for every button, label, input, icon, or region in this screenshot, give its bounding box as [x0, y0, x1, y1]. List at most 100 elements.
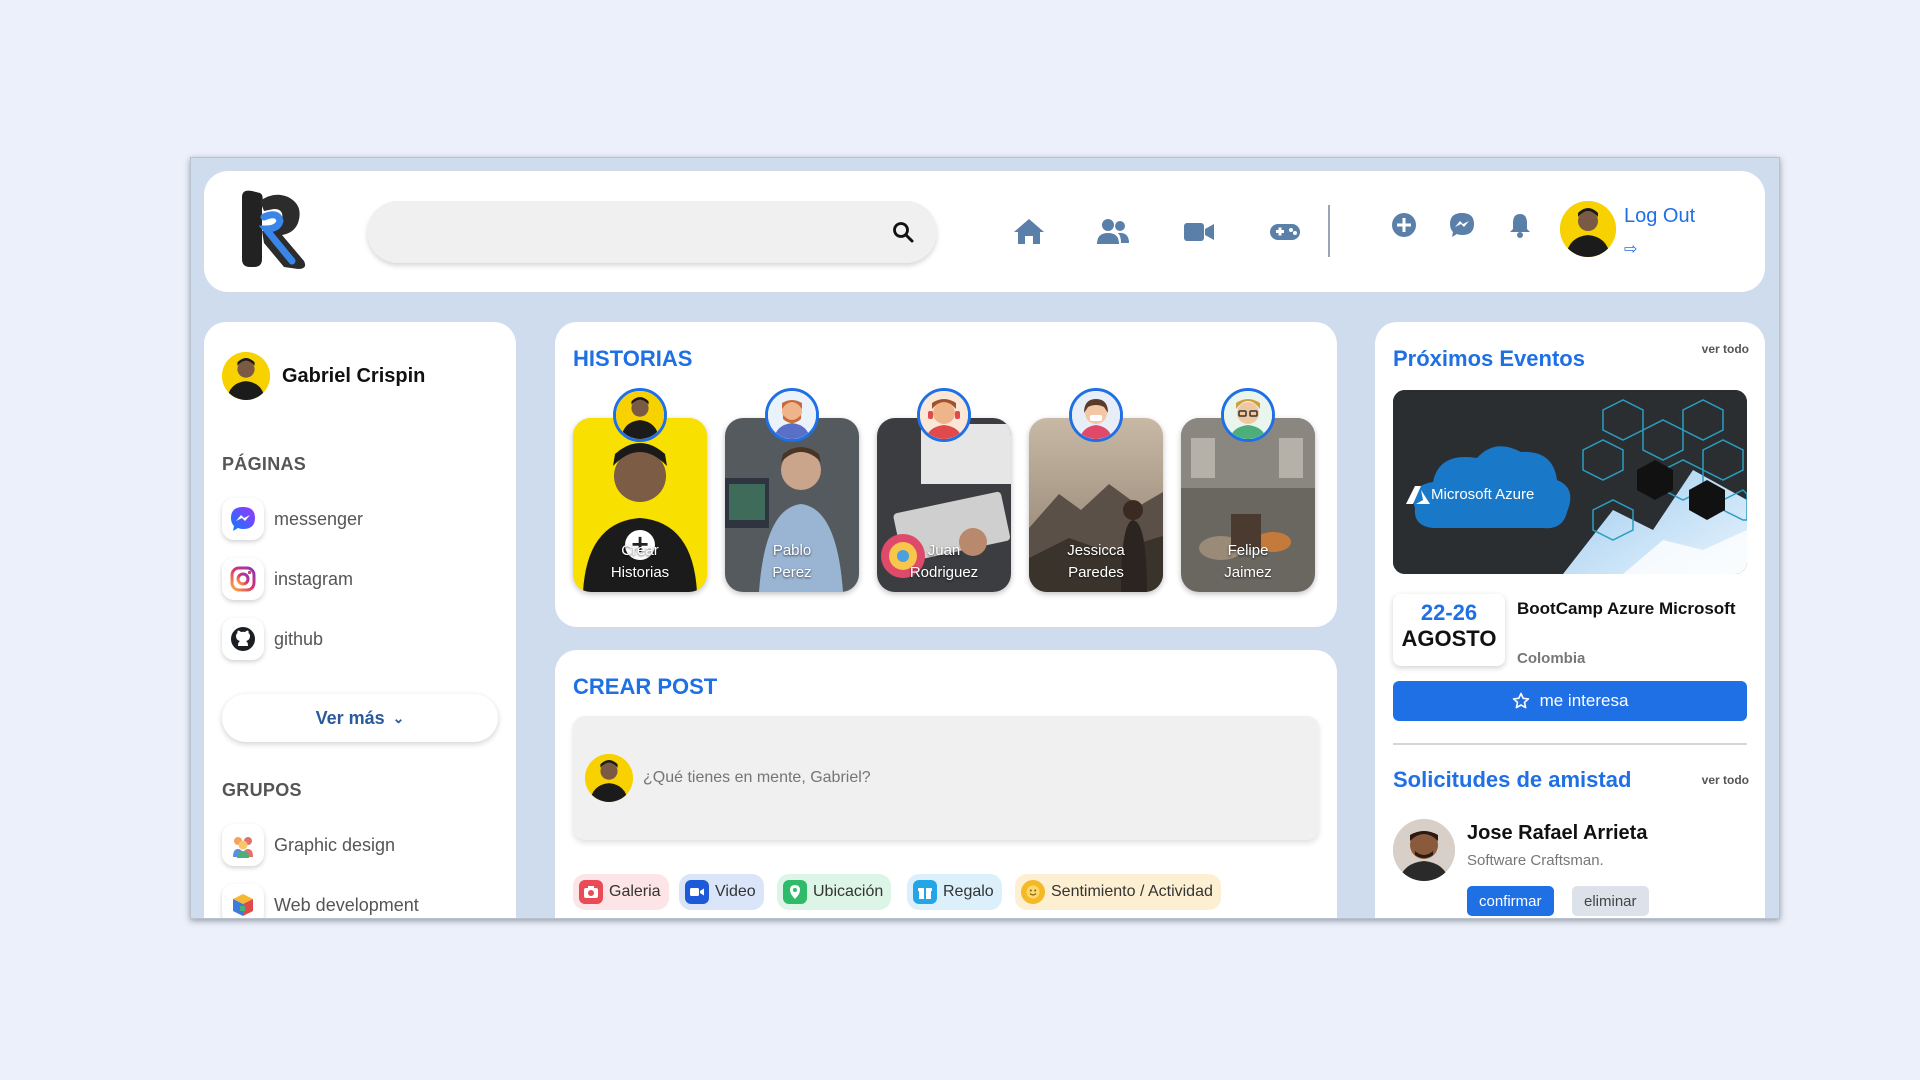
story-juan-rodriguez[interactable]: Juan Rodriguez — [877, 418, 1011, 592]
profile-link[interactable]: Gabriel Crispin — [222, 352, 425, 400]
create-post-section: CREAR POST Galeria Video Ubicación — [555, 650, 1337, 918]
gift-icon — [913, 880, 937, 904]
sidebar-item-label: messenger — [274, 508, 364, 529]
story-avatar — [613, 388, 667, 442]
arrow-right-icon[interactable]: ⇨ — [1624, 239, 1637, 258]
request-name[interactable]: Jose Rafael Arrieta — [1467, 822, 1647, 845]
events-see-all-link[interactable]: ver todo — [1702, 342, 1749, 356]
stories-title: HISTORIAS — [573, 346, 693, 371]
azure-logo-icon — [1406, 486, 1430, 504]
interest-button[interactable]: me interesa — [1393, 681, 1747, 721]
star-icon — [1512, 692, 1529, 709]
user-avatar[interactable] — [1560, 201, 1616, 257]
smile-icon — [1021, 880, 1045, 904]
app-window: Log Out ⇨ Gabriel Crispin PÁGINAS messen… — [190, 157, 1780, 919]
story-felipe-jaimez[interactable]: Felipe Jaimez — [1181, 418, 1315, 592]
sidebar-item-label: Graphic design — [274, 834, 396, 855]
pages-heading: PÁGINAS — [222, 454, 307, 474]
event-location: Colombia — [1517, 650, 1586, 667]
r-logo-icon[interactable] — [234, 187, 314, 273]
create-post-title: CREAR POST — [573, 674, 718, 699]
event-image[interactable]: Microsoft Azure — [1393, 390, 1747, 574]
post-action-label: Sentimiento / Actividad — [1051, 883, 1213, 900]
logout-link[interactable]: Log Out — [1624, 205, 1695, 228]
event-date-month: AGOSTO — [1401, 626, 1497, 651]
video-icon — [685, 880, 709, 904]
instagram-icon — [222, 558, 264, 600]
home-icon[interactable] — [1012, 217, 1046, 245]
story-create[interactable]: + Crear Historias — [573, 418, 707, 592]
sidebar: Gabriel Crispin PÁGINAS messenger instag… — [204, 322, 516, 918]
post-action-ubicacion[interactable]: Ubicación — [777, 874, 892, 910]
cube-icon — [222, 884, 264, 918]
story-avatar — [1069, 388, 1123, 442]
confirm-button[interactable]: confirmar — [1467, 886, 1554, 916]
sidebar-item-messenger[interactable]: messenger — [222, 498, 363, 540]
story-avatar — [765, 388, 819, 442]
post-action-label: Ubicación — [813, 883, 884, 900]
avatar — [222, 352, 270, 400]
delete-button[interactable]: eliminar — [1572, 886, 1649, 916]
avatar — [585, 754, 633, 802]
divider — [1393, 743, 1747, 745]
post-action-regalo[interactable]: Regalo — [907, 874, 1002, 910]
github-icon — [222, 618, 264, 660]
event-name[interactable]: BootCamp Azure Microsoft — [1517, 596, 1747, 622]
story-avatar — [1221, 388, 1275, 442]
event-date-range: 22-26 — [1420, 600, 1478, 625]
nav-divider — [1328, 205, 1330, 257]
interest-button-label: me interesa — [1539, 691, 1629, 710]
search-bar — [367, 201, 937, 263]
messenger-icon — [222, 498, 264, 540]
search-input[interactable] — [387, 201, 867, 263]
video-icon[interactable] — [1182, 217, 1216, 245]
story-label: Crear Historias — [610, 542, 670, 581]
post-composer — [573, 716, 1319, 840]
friend-requests-title: Solicitudes de amistad — [1393, 767, 1632, 792]
events-title: Próximos Eventos — [1393, 346, 1585, 371]
sidebar-item-web-development[interactable]: Web development — [222, 884, 419, 918]
see-more-label: Ver más — [315, 707, 385, 728]
messenger-icon[interactable] — [1448, 211, 1476, 239]
location-icon — [783, 880, 807, 904]
search-icon[interactable] — [891, 220, 915, 244]
friends-icon[interactable] — [1096, 217, 1130, 245]
post-action-galeria[interactable]: Galeria — [573, 874, 669, 910]
add-circle-icon[interactable] — [1390, 211, 1418, 239]
event-date: 22-26 AGOSTO — [1393, 594, 1505, 666]
bell-icon[interactable] — [1506, 211, 1534, 239]
story-pablo-perez[interactable]: Pablo Perez — [725, 418, 859, 592]
right-sidebar: Próximos Eventos ver todo Microsoft Azur… — [1375, 322, 1765, 918]
sidebar-item-instagram[interactable]: instagram — [222, 558, 353, 600]
groups-heading: GRUPOS — [222, 780, 302, 800]
post-action-video[interactable]: Video — [679, 874, 764, 910]
gamepad-icon[interactable] — [1268, 217, 1302, 245]
sidebar-item-graphic-design[interactable]: Graphic design — [222, 824, 395, 866]
event-image-text: Microsoft Azure — [1431, 486, 1535, 503]
sidebar-item-label: Web development — [274, 894, 419, 915]
story-label: Pablo Perez — [772, 542, 812, 581]
post-input[interactable] — [643, 756, 1283, 800]
post-action-sentimiento[interactable]: Sentimiento / Actividad — [1015, 874, 1221, 910]
story-avatar — [917, 388, 971, 442]
sidebar-item-label: github — [274, 628, 324, 649]
post-action-label: Video — [715, 883, 756, 900]
sidebar-item-github[interactable]: github — [222, 618, 323, 660]
avatar[interactable] — [1393, 819, 1455, 881]
chevron-down-icon: ⌄ — [392, 709, 405, 726]
camera-icon — [579, 880, 603, 904]
requests-see-all-link[interactable]: ver todo — [1702, 773, 1749, 787]
story-label: Juan Rodriguez — [909, 542, 979, 581]
story-label: Felipe Jaimez — [1224, 542, 1272, 581]
see-more-button[interactable]: Ver más ⌄ — [222, 694, 498, 742]
story-label: Jessicca Paredes — [1067, 542, 1125, 581]
stories-section: HISTORIAS + Crear Historias Pablo Perez … — [555, 322, 1337, 627]
top-navbar: Log Out ⇨ — [204, 171, 1765, 292]
group-people-icon — [222, 824, 264, 866]
post-action-label: Regalo — [943, 883, 994, 900]
post-action-label: Galeria — [609, 883, 661, 900]
story-jessicca-paredes[interactable]: Jessicca Paredes — [1029, 418, 1163, 592]
user-name: Gabriel Crispin — [282, 364, 426, 387]
sidebar-item-label: instagram — [274, 568, 354, 589]
request-subtitle: Software Craftsman. — [1467, 852, 1604, 869]
